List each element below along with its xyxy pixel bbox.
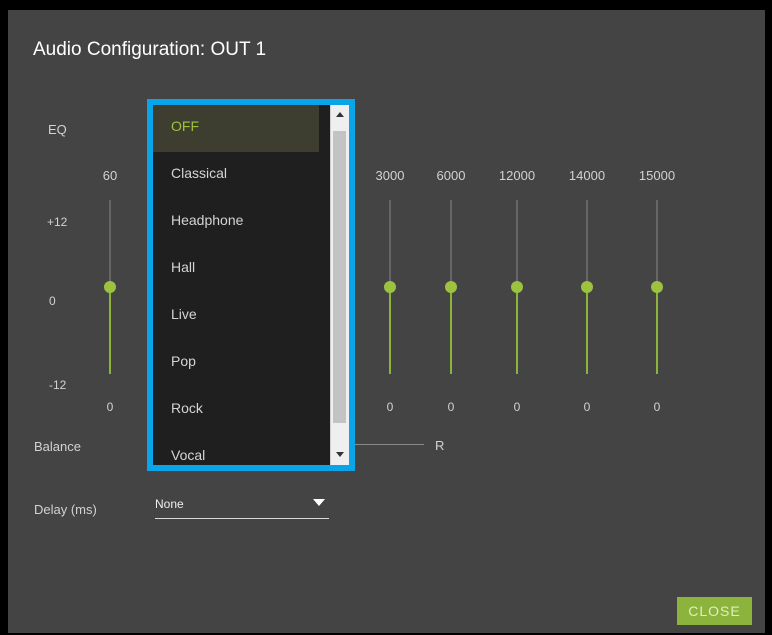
eq-band-freq: 6000 [436, 168, 466, 183]
eq-band-gain: 0 [513, 400, 521, 414]
delay-select[interactable]: None [155, 490, 329, 519]
eq-band-slider[interactable] [581, 200, 593, 374]
slider-track [656, 200, 658, 287]
eq-band-gain: 0 [653, 400, 661, 414]
balance-right-label: R [435, 438, 445, 453]
slider-fill [656, 287, 658, 374]
eq-preset-option-classical[interactable]: Classical [153, 152, 319, 199]
eq-preset-option-live[interactable]: Live [153, 293, 319, 340]
delay-select-value: None [155, 497, 184, 511]
eq-preset-option-pop[interactable]: Pop [153, 340, 319, 387]
scrollbar-thumb[interactable] [333, 131, 346, 423]
eq-scale-mid: 0 [49, 294, 56, 308]
eq-band-freq: 3000 [375, 168, 405, 183]
slider-knob[interactable] [651, 281, 663, 293]
slider-fill [450, 287, 452, 374]
eq-band-slider[interactable] [511, 200, 523, 374]
scroll-down-arrow-icon[interactable] [331, 443, 349, 465]
slider-track [109, 200, 111, 287]
eq-scale-top: +12 [47, 215, 68, 229]
slider-track [450, 200, 452, 287]
slider-knob[interactable] [384, 281, 396, 293]
option-label: Pop [171, 353, 196, 369]
option-label: Vocal [171, 447, 206, 463]
slider-fill [389, 287, 391, 374]
option-label: Hall [171, 259, 196, 275]
balance-label: Balance [34, 439, 81, 454]
slider-track [389, 200, 391, 287]
option-label: Classical [171, 165, 228, 181]
eq-preset-option-vocal[interactable]: Vocal [153, 434, 319, 481]
eq-band-slider[interactable] [651, 200, 663, 374]
eq-band-freq: 15000 [638, 168, 676, 183]
slider-track [586, 200, 588, 287]
dropdown-scrollbar[interactable] [330, 105, 349, 465]
eq-band-slider[interactable] [384, 200, 396, 374]
eq-band-gain: 0 [583, 400, 591, 414]
eq-band-freq: 12000 [498, 168, 536, 183]
caret-down-icon [313, 499, 325, 506]
eq-preset-option-rock[interactable]: Rock [153, 387, 319, 434]
eq-band-gain: 0 [106, 400, 114, 414]
slider-knob[interactable] [445, 281, 457, 293]
eq-preset-option-off[interactable]: OFF [153, 105, 319, 152]
slider-fill [516, 287, 518, 374]
eq-band-freq: 60 [102, 168, 118, 183]
eq-label: EQ [48, 122, 67, 137]
option-label: Live [171, 306, 197, 322]
scroll-up-arrow-icon[interactable] [331, 105, 349, 127]
slider-fill [586, 287, 588, 374]
eq-preset-option-hall[interactable]: Hall [153, 246, 319, 293]
slider-knob[interactable] [511, 281, 523, 293]
eq-preset-dropdown[interactable]: OFF Classical Headphone Hall Live Pop Ro… [147, 99, 355, 471]
slider-track [516, 200, 518, 287]
delay-label: Delay (ms) [34, 502, 97, 517]
close-button[interactable]: CLOSE [677, 597, 752, 625]
eq-scale-bottom: -12 [49, 378, 67, 392]
eq-band-slider[interactable] [104, 200, 116, 374]
eq-band-slider[interactable] [445, 200, 457, 374]
slider-knob[interactable] [581, 281, 593, 293]
eq-preset-option-headphone[interactable]: Headphone [153, 199, 319, 246]
dialog-title: Audio Configuration: OUT 1 [33, 39, 267, 60]
slider-knob[interactable] [104, 281, 116, 293]
option-label: OFF [171, 118, 199, 134]
slider-fill [109, 287, 111, 374]
eq-band-gain: 0 [386, 400, 394, 414]
option-label: Rock [171, 400, 203, 416]
option-label: Headphone [171, 212, 244, 228]
eq-band-gain: 0 [447, 400, 455, 414]
eq-band-freq: 14000 [568, 168, 606, 183]
audio-config-dialog: Audio Configuration: OUT 1 EQ +12 0 -12 … [8, 10, 765, 633]
